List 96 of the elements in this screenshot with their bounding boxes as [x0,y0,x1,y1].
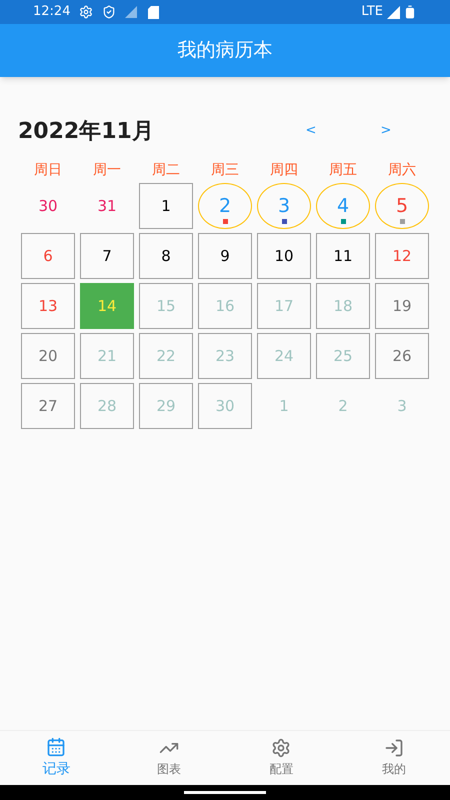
calendar-icon [46,736,66,756]
calendar-day[interactable]: 19 [375,283,429,329]
calendar-day[interactable]: 24 [257,333,311,379]
nav-tab[interactable]: 记录 [0,731,112,785]
day-number: 19 [392,298,412,314]
day-number: 5 [396,196,408,216]
day-number: 6 [43,248,53,264]
weekday-label: 周四 [269,161,299,179]
settings-icon [271,738,292,758]
day-number: 14 [97,298,117,314]
day-number: 8 [161,248,171,264]
settings-icon [79,5,94,19]
nav-tab[interactable]: 配置 [225,731,338,785]
calendar-day[interactable]: 3 [375,383,429,429]
nav-tab[interactable]: 我的 [338,731,450,785]
day-number: 21 [97,348,117,364]
signal-icon [125,6,138,18]
day-number: 28 [97,398,117,414]
calendar-day[interactable]: 2 [198,183,252,229]
day-number: 3 [397,398,407,414]
battery-icon [403,5,417,19]
day-number: 13 [38,298,58,314]
calendar-day[interactable]: 23 [198,333,252,379]
calendar-day[interactable]: 8 [139,233,193,279]
calendar-day[interactable]: 30 [198,383,252,429]
day-number: 27 [38,398,58,414]
day-number: 11 [333,248,353,264]
calendar-day[interactable]: 11 [316,233,370,279]
signal-icon [387,6,400,18]
network-label: LTE [361,3,383,22]
day-number: 17 [274,298,294,314]
nav-tab[interactable]: 图表 [112,731,225,785]
day-number: 7 [102,248,112,264]
day-number: 23 [215,348,235,364]
calendar-day[interactable]: 15 [139,283,193,329]
calendar-day[interactable]: 27 [21,383,75,429]
day-number: 25 [333,348,353,364]
calendar-day[interactable]: 1 [257,383,311,429]
calendar-day[interactable]: 12 [375,233,429,279]
weekday-label: 周日 [33,161,63,179]
calendar-day[interactable]: 28 [80,383,134,429]
day-number: 30 [38,198,58,214]
day-number: 31 [97,198,117,214]
day-number: 2 [218,196,232,216]
day-number: 30 [215,398,235,414]
day-number: 2 [338,398,348,414]
calendar-day[interactable]: 1 [139,183,193,229]
day-number: 1 [161,198,171,214]
status-time: 12:24 [33,3,70,22]
login-icon [384,738,404,758]
calendar-day[interactable]: 2 [316,383,370,429]
previous-month-button[interactable]: < [301,121,321,141]
calendar-day[interactable]: 29 [139,383,193,429]
calendar-day[interactable]: 3 [257,183,311,229]
weekday-label: 周一 [92,161,122,179]
day-number: 1 [279,398,289,414]
weekday-label: 周六 [387,161,417,179]
day-number: 15 [156,298,176,314]
day-number: 22 [156,348,176,364]
calendar-day[interactable]: 9 [198,233,252,279]
day-number: 29 [156,398,176,414]
day-number: 3 [278,196,290,216]
calendar-day[interactable]: 5 [375,183,429,229]
calendar-day[interactable]: 14 [80,283,134,329]
day-number: 12 [392,248,412,264]
next-month-button[interactable]: > [376,121,396,141]
day-number: 9 [220,248,230,264]
calendar-day[interactable]: 7 [80,233,134,279]
day-number: 16 [215,298,235,314]
day-number: 18 [333,298,353,314]
calendar-day[interactable]: 30 [21,183,75,229]
calendar-day[interactable]: 21 [80,333,134,379]
calendar-day[interactable]: 6 [21,233,75,279]
sd-card-icon [148,6,160,18]
calendar-day[interactable]: 25 [316,333,370,379]
weekday-label: 周二 [151,161,181,179]
calendar-day[interactable]: 26 [375,333,429,379]
weekday-label: 周五 [328,161,358,179]
day-number: 4 [336,196,350,216]
calendar-day[interactable]: 10 [257,233,311,279]
calendar-day[interactable]: 20 [21,333,75,379]
calendar-day[interactable]: 17 [257,283,311,329]
month-title: 2022年11月 [18,118,154,146]
day-number: 24 [274,348,294,364]
calendar-day[interactable]: 18 [316,283,370,329]
calendar-day[interactable]: 22 [139,333,193,379]
calendar-day[interactable]: 16 [198,283,252,329]
day-number: 20 [38,348,58,364]
weekday-label: 周三 [210,161,240,179]
calendar-day[interactable]: 4 [316,183,370,229]
shield-icon [102,5,116,19]
day-number: 10 [274,248,294,264]
calendar-day[interactable]: 31 [80,183,134,229]
calendar-day[interactable]: 13 [21,283,75,329]
app-title: 我的病历本 [178,38,272,64]
day-number: 26 [392,348,412,364]
